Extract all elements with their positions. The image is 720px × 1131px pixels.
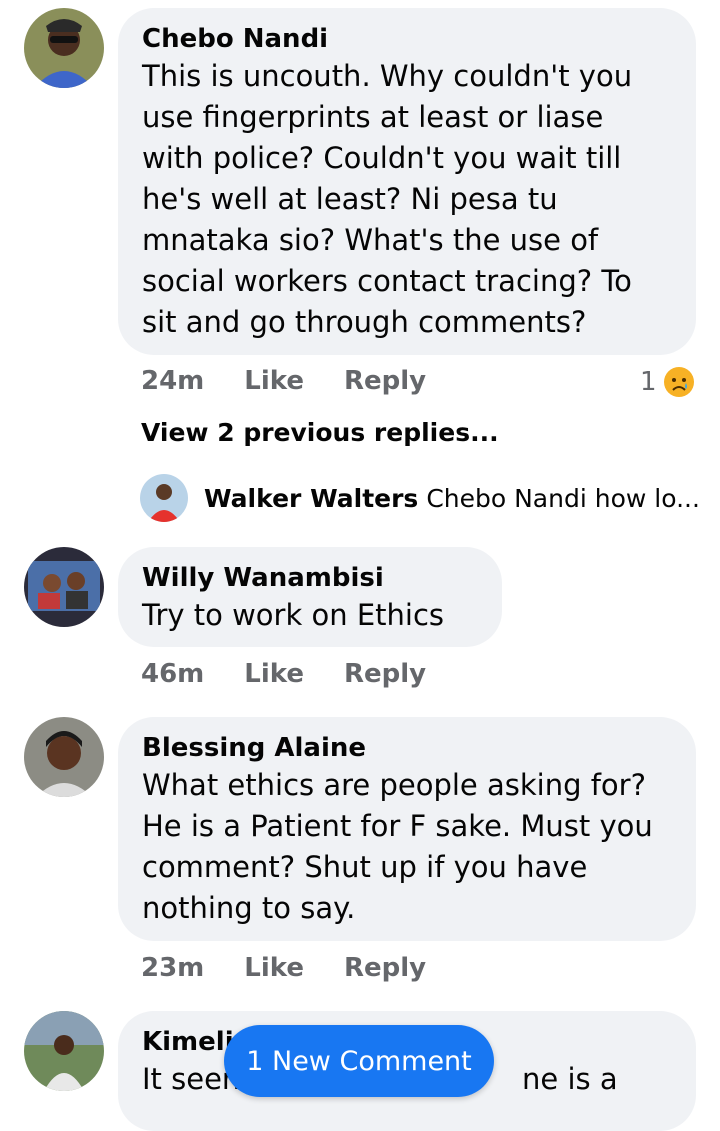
comment-actions: 23m Like Reply (141, 953, 426, 983)
reply-button[interactable]: Reply (344, 659, 426, 689)
comment-text: What ethics are people asking for? He is… (142, 768, 653, 925)
sad-cry-emoji-icon (663, 367, 694, 397)
latest-reply-text: Walker Walters Chebo Nandi how lo... (204, 483, 700, 513)
latest-reply-preview[interactable]: Walker Walters Chebo Nandi how lo... (140, 474, 700, 522)
like-button[interactable]: Like (244, 366, 304, 396)
timestamp[interactable]: 46m (141, 659, 204, 689)
comment-author[interactable]: Willy Wanambisi (142, 561, 478, 595)
view-previous-replies-link[interactable]: View 2 previous replies... (141, 418, 499, 447)
like-button[interactable]: Like (244, 953, 304, 983)
comment-bubble: Chebo Nandi This is uncouth. Why couldn'… (118, 8, 696, 355)
reaction-summary[interactable]: 1 (640, 366, 695, 398)
reply-button[interactable]: Reply (344, 366, 426, 396)
comment-actions: 46m Like Reply (141, 659, 426, 689)
comment-author[interactable]: Chebo Nandi (142, 22, 672, 56)
like-button[interactable]: Like (244, 659, 304, 689)
comment-bubble: Blessing Alaine What ethics are people a… (118, 717, 696, 941)
avatar[interactable] (24, 8, 104, 88)
reply-author[interactable]: Walker Walters (204, 484, 418, 513)
comment-author[interactable]: Blessing Alaine (142, 731, 672, 765)
timestamp[interactable]: 23m (141, 953, 204, 983)
comment-text: Try to work on Ethics (142, 598, 445, 632)
reaction-count: 1 (640, 367, 657, 397)
new-comment-button[interactable]: 1 New Comment (224, 1025, 494, 1097)
avatar[interactable] (24, 717, 104, 797)
comment-text: This is uncouth. Why couldn't you use fi… (142, 59, 633, 339)
avatar[interactable] (24, 547, 104, 627)
avatar[interactable] (24, 1011, 104, 1091)
comment-bubble: Willy Wanambisi Try to work on Ethics (118, 547, 502, 647)
reply-button[interactable]: Reply (344, 953, 426, 983)
avatar[interactable] (140, 474, 188, 522)
timestamp[interactable]: 24m (141, 366, 204, 396)
comment-actions: 24m Like Reply (141, 366, 426, 396)
